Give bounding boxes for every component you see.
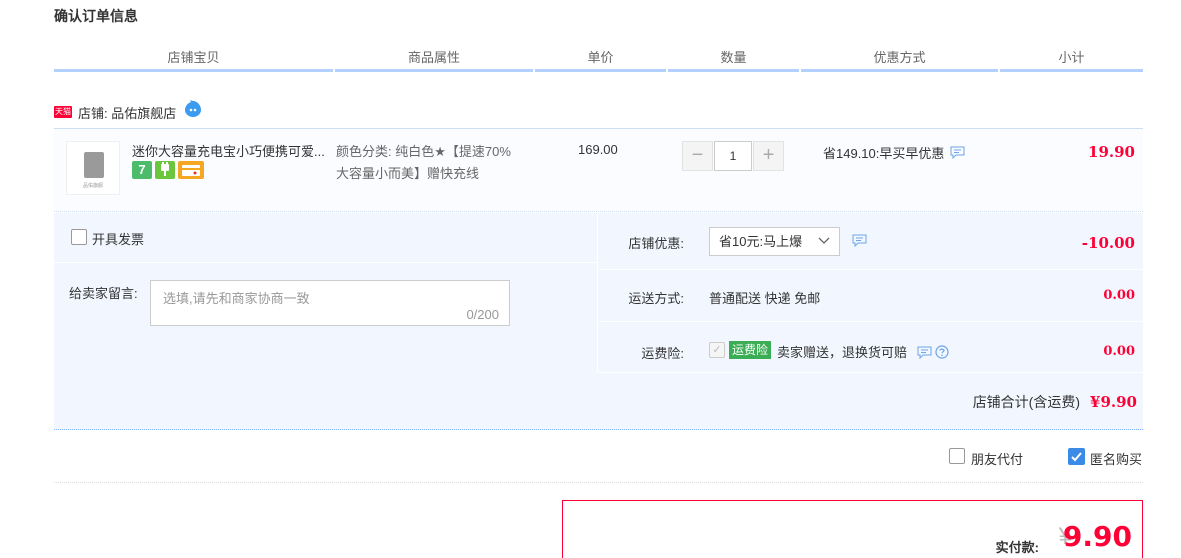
quantity-decrease-button[interactable]: − <box>682 141 713 171</box>
header-subtotal: 小计 <box>1000 46 1143 72</box>
seller-message-label: 给卖家留言: <box>69 286 138 301</box>
quantity-stepper: − 1 + <box>682 141 784 171</box>
header-quantity: 数量 <box>668 46 799 72</box>
help-icon[interactable] <box>935 345 949 359</box>
insurance-text: 卖家赠送，退换货可赔 <box>777 345 908 360</box>
header-unit-price: 单价 <box>535 46 666 72</box>
coupon-dropdown[interactable]: 省10元:马上爆 <box>709 227 840 256</box>
seller-message-input[interactable]: 选填,请先和商家协商一致 0/200 <box>150 280 510 326</box>
insurance-row: 运费险: ✓ 运费险 卖家赠送，退换货可赔 0.00 <box>599 322 1143 373</box>
payment-summary: 实付款: ¥ 9.90 <box>562 500 1143 558</box>
header-shop-item: 店铺宝贝 <box>54 46 333 72</box>
order-item: 品佑旗舰 迷你大容量充电宝小巧便携可爱... 7 颜色分类: 纯白色★【提速70… <box>54 128 1143 212</box>
item-subtotal: 19.90 <box>1088 143 1135 161</box>
coupon-row: 店铺优惠: 省10元:马上爆 -10.00 <box>599 213 1143 270</box>
friend-pay-checkbox[interactable] <box>949 448 965 464</box>
shop-total: 店铺合计(含运费) ¥9.90 <box>973 392 1137 412</box>
order-options-panel: 开具发票 给卖家留言: 选填,请先和商家协商一致 0/200 店铺优惠: 省10… <box>54 213 1143 430</box>
item-promotion: 省149.10:早买早优惠 <box>823 143 965 162</box>
payment-label: 实付款: <box>995 540 1039 555</box>
shipping-method: 普通配送 快递 免邮 <box>709 291 821 306</box>
shop-total-value: ¥9.90 <box>1090 393 1137 411</box>
chat-bubble-icon[interactable] <box>950 146 965 159</box>
insurance-checkbox: ✓ <box>709 342 725 358</box>
invoice-checkbox[interactable] <box>71 229 87 245</box>
insurance-badge: 运费险 <box>729 341 772 359</box>
insurance-amount: 0.00 <box>1103 344 1135 359</box>
shop-total-label: 店铺合计(含运费) <box>972 394 1081 410</box>
card-icon[interactable] <box>178 161 204 179</box>
invoice-row: 开具发票 <box>54 213 598 263</box>
check-icon <box>1071 452 1082 462</box>
anonymous-checkbox[interactable] <box>1068 448 1085 465</box>
quantity-input[interactable]: 1 <box>714 141 752 171</box>
header-attributes: 商品属性 <box>335 46 533 72</box>
plug-icon[interactable] <box>155 161 175 179</box>
chat-bubble-icon[interactable] <box>917 346 932 360</box>
quantity-increase-button[interactable]: + <box>753 141 784 171</box>
insurance-label: 运费险: <box>641 346 684 361</box>
invoice-label: 开具发票 <box>92 232 145 247</box>
item-thumbnail[interactable]: 品佑旗舰 <box>66 141 120 195</box>
shop-name[interactable]: 店铺: 品佑旗舰店 <box>78 103 176 122</box>
thumbnail-caption: 品佑旗舰 <box>82 183 103 189</box>
service-icons: 7 <box>132 161 204 179</box>
item-title-link[interactable]: 迷你大容量充电宝小巧便携可爱... <box>132 141 337 160</box>
wangwang-chat-icon[interactable] <box>184 100 202 118</box>
power-bank-image <box>84 152 104 178</box>
coupon-amount: -10.00 <box>1081 234 1135 252</box>
coupon-label: 店铺优惠: <box>628 236 684 251</box>
chat-bubble-icon[interactable] <box>852 234 867 247</box>
friend-pay-label: 朋友代付 <box>971 452 1024 467</box>
coupon-selected-value: 省10元:马上爆 <box>719 234 803 249</box>
attribute-line-1: 颜色分类: 纯白色★【提速70% <box>336 144 511 159</box>
shop-row: 天猫 店铺: 品佑旗舰店 <box>54 100 202 122</box>
item-attributes: 颜色分类: 纯白色★【提速70% 大容量小而美】赠快充线 <box>336 141 536 185</box>
anonymous-label: 匿名购买 <box>1090 452 1143 467</box>
shipping-row: 运送方式: 普通配送 快递 免邮 0.00 <box>599 270 1143 322</box>
seller-message-placeholder: 选填,请先和商家协商一致 <box>163 291 310 306</box>
payment-amount: 9.90 <box>1062 520 1132 553</box>
unit-price: 169.00 <box>578 142 618 157</box>
promotion-text: 省149.10:早买早优惠 <box>823 146 945 161</box>
page-title: 确认订单信息 <box>54 8 138 24</box>
seven-day-return-icon[interactable]: 7 <box>132 161 152 179</box>
table-header: 店铺宝贝 商品属性 单价 数量 优惠方式 小计 <box>54 46 1143 72</box>
header-discount: 优惠方式 <box>801 46 998 72</box>
character-counter: 0/200 <box>466 307 499 322</box>
chevron-down-icon <box>818 237 830 244</box>
shipping-label: 运送方式: <box>628 291 684 306</box>
attribute-line-2: 大容量小而美】赠快充线 <box>336 166 480 181</box>
buyer-options: 开具发票 给卖家留言: 选填,请先和商家协商一致 0/200 <box>54 213 598 373</box>
insurance-description: 卖家赠送，退换货可赔 <box>777 342 949 361</box>
payment-options-row: 朋友代付 匿名购买 <box>54 443 1143 483</box>
shipping-amount: 0.00 <box>1103 288 1135 303</box>
tmall-badge: 天猫 <box>54 106 72 118</box>
